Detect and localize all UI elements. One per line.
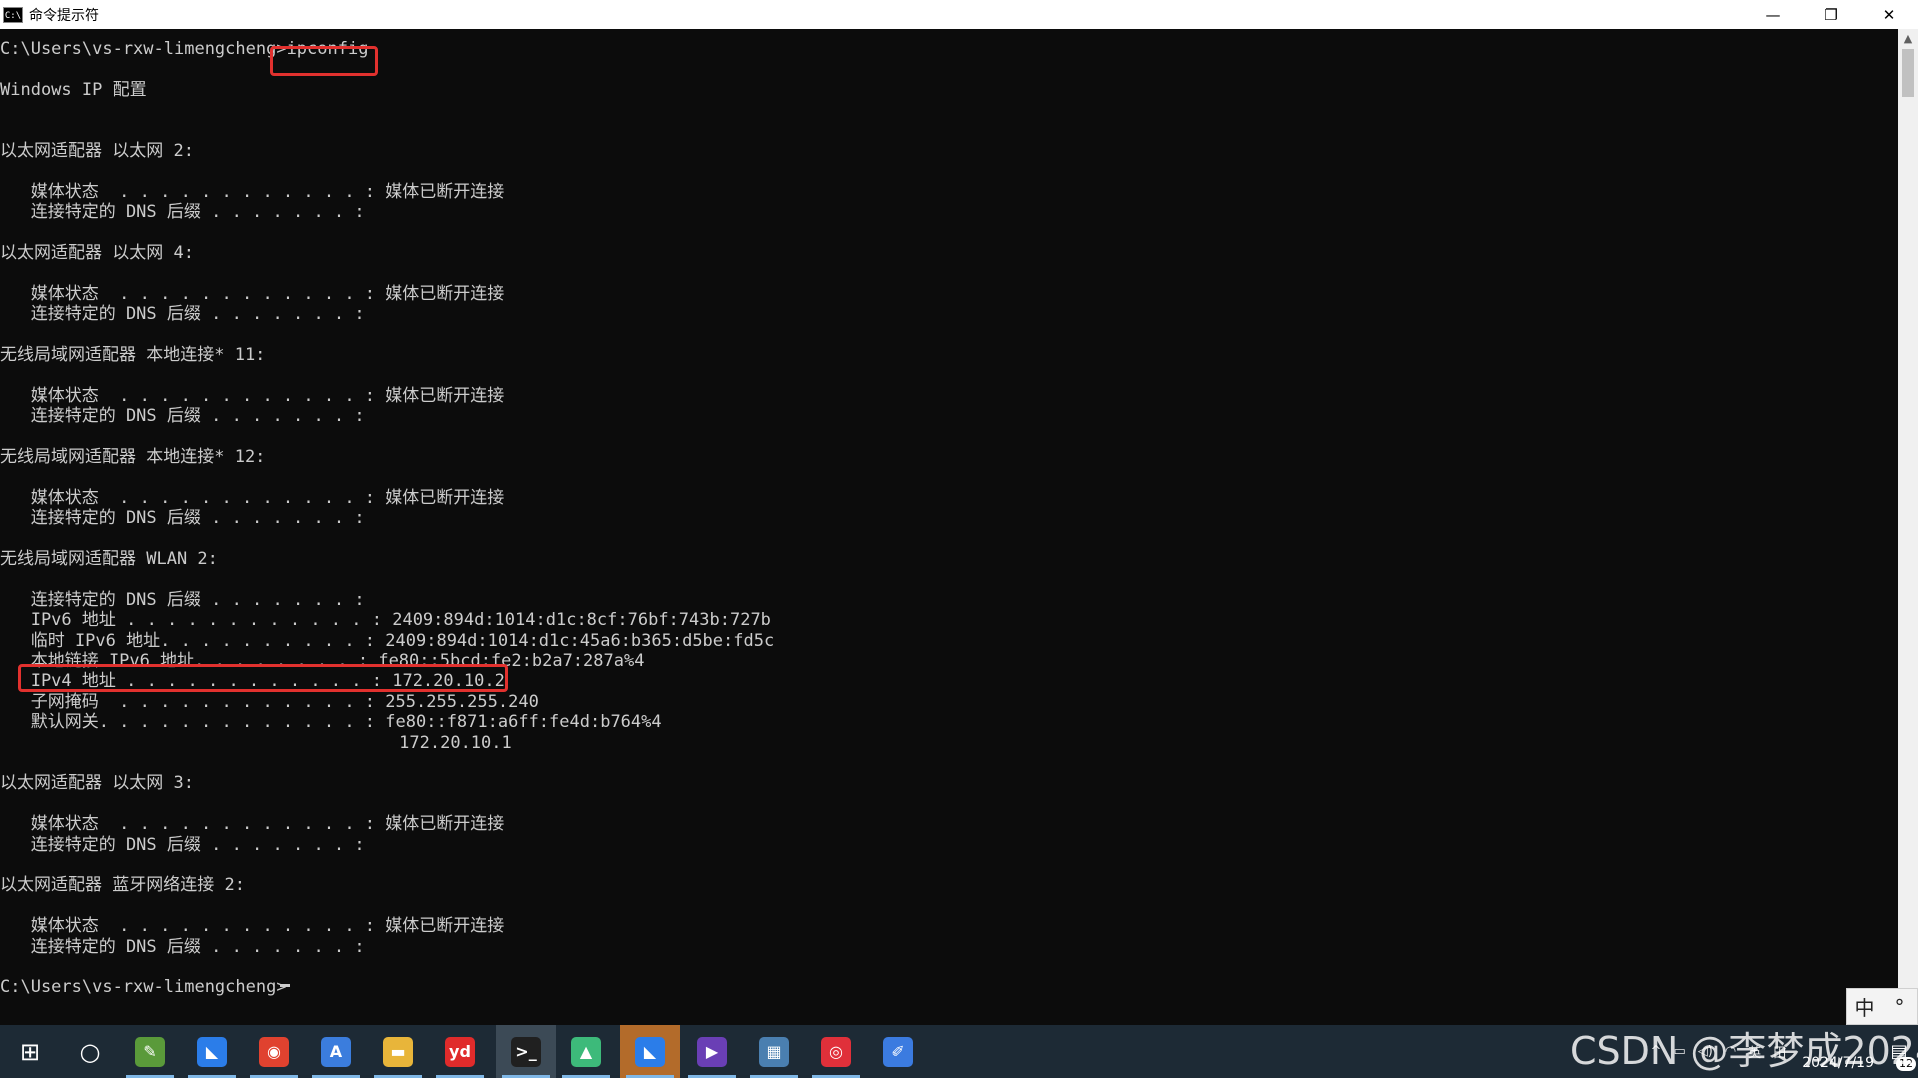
- app-youdao[interactable]: yd: [430, 1025, 490, 1078]
- console-line: 媒体状态 . . . . . . . . . . . . : 媒体已断开连接: [0, 283, 505, 304]
- calculator-icon: ▦: [759, 1036, 789, 1067]
- scroll-thumb[interactable]: [1902, 49, 1914, 97]
- console-line: Windows IP 配置: [0, 79, 147, 100]
- app-notes[interactable]: ✐: [868, 1025, 928, 1078]
- console-line: IPv6 地址 . . . . . . . . . . . . : 2409:8…: [0, 610, 771, 631]
- ime-mode-button[interactable]: 中: [1847, 989, 1882, 1024]
- console-output[interactable]: C:\Users\vs-rxw-limengcheng>ipconfig Wind…: [0, 29, 1898, 1025]
- window-title-bar[interactable]: C:\ 命令提示符 — ❐ ✕: [0, 0, 1918, 29]
- console-line: 媒体状态 . . . . . . . . . . . . : 媒体已断开连接: [0, 487, 505, 508]
- ipconfig-command-highlight: [270, 46, 378, 76]
- ime-settings-button[interactable]: °: [1882, 989, 1917, 1024]
- console-line: 媒体状态 . . . . . . . . . . . . : 媒体已断开连接: [0, 814, 505, 835]
- notification-center-icon[interactable]: ▤ 12: [1884, 1037, 1916, 1071]
- console-line: 连接特定的 DNS 后缀 . . . . . . . :: [0, 508, 365, 529]
- taskbar-clock[interactable]: 2024/7/19: [1802, 1032, 1874, 1072]
- ipv4-address-highlight: [18, 664, 508, 692]
- tray-overflow-icon[interactable]: ^: [1651, 1044, 1662, 1059]
- console-line: 媒体状态 . . . . . . . . . . . . : 媒体已断开连接: [0, 916, 505, 937]
- console-line: 临时 IPv6 地址. . . . . . . . . . : 2409:894…: [0, 630, 775, 651]
- console-line: 连接特定的 DNS 后缀 . . . . . . . :: [0, 589, 365, 610]
- console-line: 无线局域网适配器 WLAN 2:: [0, 549, 218, 569]
- app-feishu-2[interactable]: ◣: [620, 1025, 680, 1078]
- console-line: 媒体状态 . . . . . . . . . . . . : 媒体已断开连接: [0, 181, 505, 202]
- console-line: 以太网适配器 蓝牙网络连接 2:: [0, 875, 245, 896]
- text-cursor: [280, 984, 290, 987]
- window-title: 命令提示符: [29, 7, 99, 24]
- restore-button[interactable]: ❐: [1802, 0, 1860, 29]
- console-line: 无线局域网适配器 本地连接* 11:: [0, 345, 266, 365]
- console-line: 以太网适配器 以太网 3:: [0, 773, 194, 794]
- note-icon: ✐: [883, 1036, 913, 1067]
- clock-date: 2024/7/19: [1802, 1054, 1874, 1071]
- close-button[interactable]: ✕: [1860, 0, 1918, 29]
- terminal-icon: >_: [511, 1036, 541, 1067]
- console-line: 以太网适配器 以太网 4:: [0, 243, 194, 263]
- console-line: 连接特定的 DNS 后缀 . . . . . . . :: [0, 936, 365, 957]
- app-chrome[interactable]: ◉: [244, 1025, 304, 1078]
- app-command-prompt[interactable]: >_: [496, 1025, 556, 1078]
- console-line: 默认网关. . . . . . . . . . . . . : fe80::f8…: [0, 712, 662, 733]
- minimize-button[interactable]: —: [1744, 0, 1802, 29]
- app-netease-music[interactable]: ◎: [806, 1025, 866, 1078]
- app-android-studio[interactable]: ▲: [556, 1025, 616, 1078]
- search-icon: ○: [79, 1037, 101, 1066]
- command-prompt-icon: C:\: [3, 6, 23, 23]
- app-notepadpp[interactable]: ✎: [120, 1025, 180, 1078]
- system-tray: ^ ▭ ◁) ◠ 英 田 2024/7/19 ▤ 12: [1645, 1025, 1918, 1078]
- chrome-icon: ◉: [259, 1036, 289, 1067]
- feishu-icon: ◣: [197, 1036, 227, 1067]
- app-calculator[interactable]: ▦: [744, 1025, 804, 1078]
- app-visual-studio[interactable]: ▶: [682, 1025, 742, 1078]
- visual-studio-icon: ▶: [697, 1036, 727, 1067]
- console-line: 连接特定的 DNS 后缀 . . . . . . . :: [0, 202, 365, 223]
- ime-toolbar: 中 °: [1846, 988, 1918, 1025]
- music-icon: ◎: [821, 1036, 851, 1067]
- console-line: C:\Users\vs-rxw-limengcheng>: [0, 977, 287, 998]
- console-line: 以太网适配器 以太网 2:: [0, 141, 194, 161]
- console-line: 无线局域网适配器 本地连接* 12:: [0, 447, 266, 467]
- input-language[interactable]: 英: [1748, 1042, 1761, 1061]
- app-pdf-tool[interactable]: A: [306, 1025, 366, 1078]
- windows-logo-icon: ⊞: [19, 1037, 41, 1066]
- folder-icon: ▬: [383, 1036, 413, 1067]
- scroll-up-arrow-icon[interactable]: ▲: [1898, 29, 1918, 49]
- notification-count: 12: [1896, 1056, 1916, 1071]
- wifi-icon[interactable]: ◠: [1725, 1044, 1736, 1059]
- console-line: 172.20.10.1: [0, 732, 512, 753]
- console-line: 连接特定的 DNS 后缀 . . . . . . . :: [0, 406, 365, 427]
- feishu-icon: ◣: [635, 1036, 665, 1067]
- youdao-icon: yd: [445, 1036, 475, 1067]
- console-line: 连接特定的 DNS 后缀 . . . . . . . :: [0, 834, 365, 855]
- console-line: 子网掩码 . . . . . . . . . . . . : 255.255.2…: [0, 691, 539, 712]
- window-controls: — ❐ ✕: [1744, 0, 1918, 29]
- app-feishu[interactable]: ◣: [182, 1025, 242, 1078]
- console-line: 连接特定的 DNS 后缀 . . . . . . . :: [0, 304, 365, 325]
- compass-icon: A: [321, 1036, 351, 1067]
- taskbar: ⊞ ○ ✎ ◣ ◉ A ▬ yd >_ ▲ ◣ ▶ ▦ ◎ ✐ ^ ▭ ◁) ◠ 英 田 2024/7/19…: [0, 1025, 1918, 1078]
- search-button[interactable]: ○: [60, 1025, 120, 1078]
- network-icon[interactable]: ▭: [1673, 1044, 1685, 1059]
- input-method-icon[interactable]: 田: [1773, 1042, 1786, 1061]
- volume-icon[interactable]: ◁): [1698, 1044, 1713, 1059]
- console-line: 媒体状态 . . . . . . . . . . . . : 媒体已断开连接: [0, 385, 505, 406]
- android-icon: ▲: [571, 1036, 601, 1067]
- vertical-scrollbar[interactable]: ▲: [1898, 29, 1918, 1025]
- notepad-icon: ✎: [135, 1036, 165, 1067]
- app-file-explorer[interactable]: ▬: [368, 1025, 428, 1078]
- start-button[interactable]: ⊞: [0, 1025, 60, 1078]
